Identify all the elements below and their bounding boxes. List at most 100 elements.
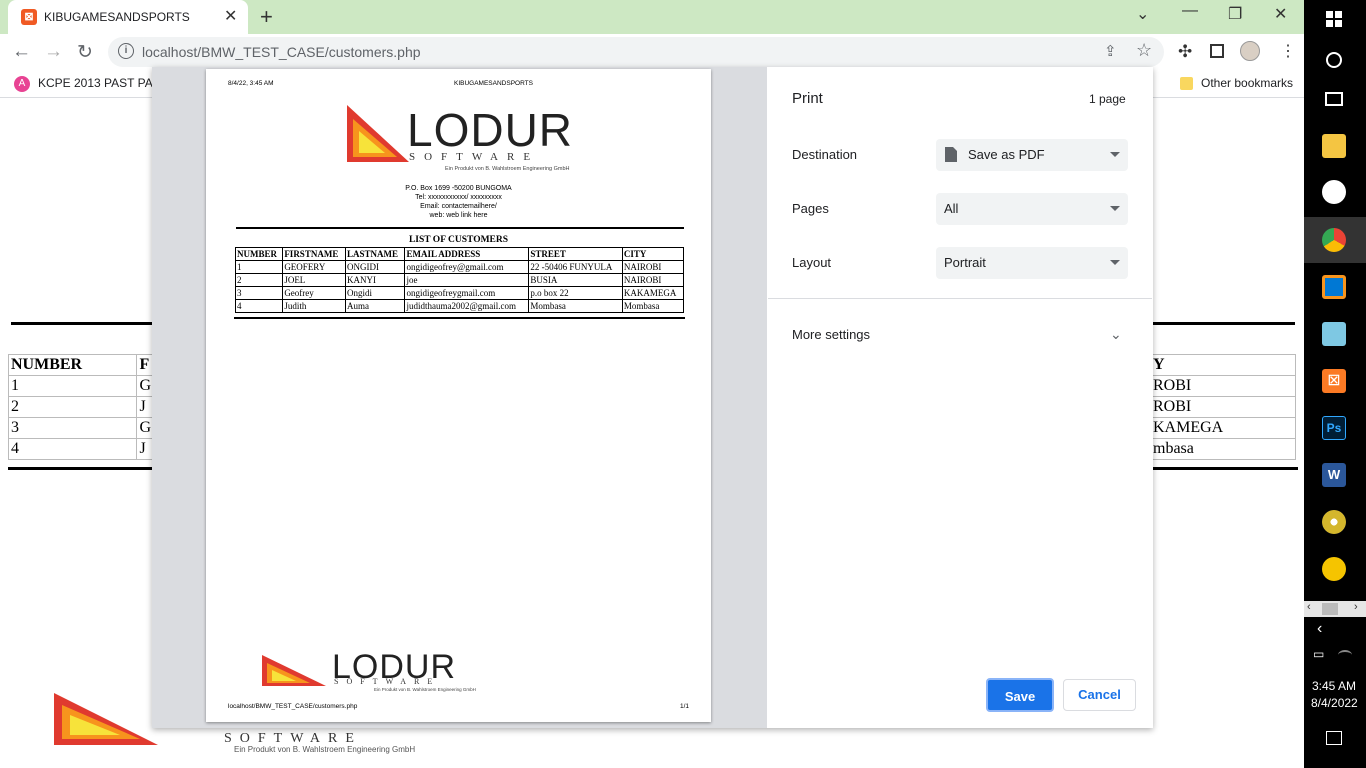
photoshop-label: Ps [1326, 421, 1342, 435]
network-icon[interactable] [1338, 650, 1352, 660]
restore-icon[interactable]: ❐ [1228, 4, 1242, 24]
xampp-icon[interactable]: ⊠ [1322, 369, 1346, 393]
scrollbar-thumb[interactable] [1322, 603, 1338, 615]
pages-label: Pages [792, 201, 829, 216]
clock-time[interactable]: 3:45 AM [1312, 679, 1356, 693]
cell: KANYI [345, 273, 406, 287]
file-icon [945, 147, 957, 162]
address-bar[interactable]: i localhost/BMW_TEST_CASE/customers.php … [108, 37, 1164, 67]
col-city: CITY [621, 247, 685, 261]
close-tab-icon[interactable]: ✕ [224, 6, 237, 26]
cancel-button[interactable]: Cancel [1063, 679, 1136, 711]
forward-arrow-icon[interactable]: → [44, 41, 63, 63]
cell: NAIROBI [621, 260, 685, 274]
cube-app-icon[interactable] [1322, 322, 1346, 346]
menu-kebab-icon[interactable]: ⋮ [1280, 41, 1296, 61]
cell: 22 -50406 FUNYULA [528, 260, 623, 274]
task-view-icon[interactable] [1325, 92, 1343, 106]
app-w-icon[interactable] [1322, 180, 1346, 204]
cell: p.o box 22 [528, 286, 623, 300]
profile-avatar[interactable] [1240, 41, 1260, 61]
site-info-icon[interactable]: i [118, 43, 134, 59]
extensions-puzzle-icon[interactable]: ✣ [1178, 42, 1192, 62]
search-circle-icon[interactable] [1326, 52, 1342, 68]
expand-chevron-icon[interactable]: ⌄ [1110, 326, 1122, 343]
chevron-down-icon [1110, 152, 1120, 157]
minimize-icon[interactable]: — [1182, 2, 1198, 20]
bg-row-number: 3 [7, 417, 138, 439]
cell: Judith [282, 299, 347, 313]
site-favicon-icon: ⊠ [21, 9, 37, 25]
reload-icon[interactable]: ↻ [77, 41, 93, 64]
bg-logo-tag: Ein Produkt von B. Wahlstroem Engineerin… [234, 745, 416, 754]
email-line: Email: contactemailhere/ [420, 203, 497, 210]
bookmark-kcpe[interactable]: KCPE 2013 PAST PA... [38, 76, 163, 90]
destination-label: Destination [792, 147, 858, 162]
chevron-down-icon [1110, 206, 1120, 211]
logo-triangle-icon [347, 105, 409, 162]
window-close-icon[interactable]: ✕ [1274, 4, 1287, 24]
photoshop-icon[interactable]: Ps [1322, 416, 1346, 440]
file-explorer-icon[interactable] [1322, 134, 1346, 158]
back-arrow-icon[interactable]: ← [12, 41, 31, 63]
save-button[interactable]: Save [986, 678, 1054, 712]
folder-icon [1180, 77, 1193, 90]
preview-site: KIBUGAMESANDSPORTS [454, 80, 533, 87]
preview-footer-url: localhost/BMW_TEST_CASE/customers.php [228, 703, 358, 710]
bg-row-city: ROBI [1150, 396, 1296, 418]
cell: joe [404, 273, 530, 287]
cell: 4 [234, 299, 284, 313]
page-count: 1 page [1089, 92, 1126, 106]
tel-line: Tel: xxxxxxxxxxx/ xxxxxxxxx [415, 194, 502, 201]
more-settings[interactable]: More settings [792, 327, 870, 342]
other-bookmarks[interactable]: Other bookmarks [1201, 76, 1293, 90]
bg-row-number: 2 [7, 396, 138, 418]
scroll-left-icon[interactable]: ‹ [1307, 601, 1311, 613]
layout-value: Portrait [944, 255, 986, 270]
word-icon[interactable]: W [1322, 463, 1346, 487]
side-panel-icon[interactable] [1210, 44, 1224, 58]
preview-page: 8/4/22, 3:45 AM KIBUGAMESANDSPORTS LODUR… [206, 69, 711, 722]
preview-divider-top [236, 227, 684, 229]
bottom-logo-tag: Ein Produkt von B. Wahlstroem Engineerin… [374, 687, 476, 692]
cell: Geofrey [282, 286, 347, 300]
bg-row-city: KAMEGA [1150, 417, 1296, 439]
pages-select[interactable]: All [936, 193, 1128, 225]
active-tab[interactable]: ⊠ KIBUGAMESANDSPORTS ✕ [8, 0, 248, 34]
col-street: STREET [528, 247, 623, 261]
destination-select[interactable]: Save as PDF [936, 139, 1128, 171]
bottom-logo-sub: SOFTWARE [334, 677, 441, 686]
new-tab-button[interactable]: + [260, 4, 273, 30]
url-text[interactable]: localhost/BMW_TEST_CASE/customers.php [142, 44, 421, 60]
bg-row-number: 1 [7, 375, 138, 397]
notifications-icon[interactable] [1326, 731, 1342, 745]
background-table-right: Y ROBI ROBI KAMEGA mbasa [1150, 354, 1296, 460]
show-hidden-icons-icon[interactable]: ‹ [1317, 620, 1322, 638]
disc-app-icon[interactable] [1322, 510, 1346, 534]
cell: Mombasa [621, 299, 685, 313]
layout-select[interactable]: Portrait [936, 247, 1128, 279]
cell: JOEL [282, 273, 347, 287]
remote-desktop-icon[interactable] [1322, 275, 1346, 299]
preview-bottom-logo: LODUR SOFTWARE Ein Produkt von B. Wahlst… [262, 649, 532, 693]
share-icon[interactable]: ⇪ [1104, 42, 1117, 60]
bookmark-star-icon[interactable]: ☆ [1136, 40, 1152, 61]
layout-label: Layout [792, 255, 832, 270]
bg-header-number: NUMBER [7, 354, 138, 376]
pages-value: All [944, 201, 959, 216]
col-number: NUMBER [234, 247, 284, 261]
scroll-right-icon[interactable]: › [1354, 601, 1358, 613]
tab-title: KIBUGAMESANDSPORTS [44, 10, 190, 24]
tab-search-chevron-icon[interactable]: ⌄ [1136, 4, 1149, 24]
windows-start-icon[interactable] [1326, 11, 1342, 27]
yellow-app-icon[interactable] [1322, 557, 1346, 581]
preview-logo: LODUR SOFTWARE Ein Produkt von B. Wahlst… [347, 105, 587, 177]
table-row: 3 Geofrey Ongidi ongidigeofreygmail.com p.o … [234, 286, 685, 300]
cell: 2 [234, 273, 284, 287]
clock-date[interactable]: 8/4/2022 [1311, 696, 1358, 710]
logo-word: LODUR [407, 104, 574, 156]
chrome-icon[interactable] [1322, 228, 1346, 252]
print-title: Print [792, 90, 823, 107]
cell: NAIROBI [621, 273, 685, 287]
battery-icon[interactable]: ▭ [1313, 647, 1324, 661]
